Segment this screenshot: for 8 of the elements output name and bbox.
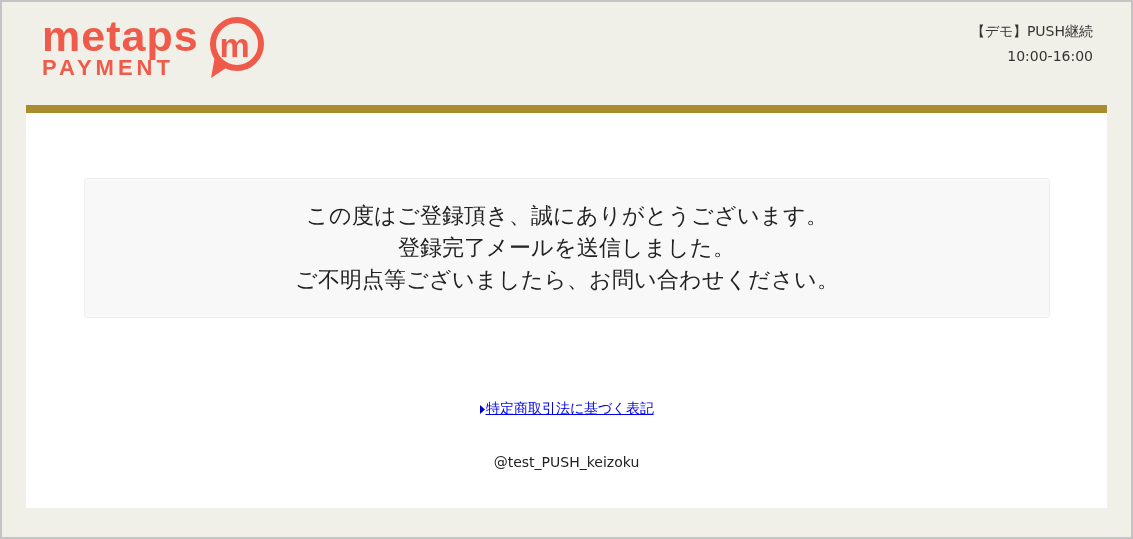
- message-line: この度はご登録頂き、誠にありがとうございます。: [305, 202, 828, 230]
- business-hours: 10:00-16:00: [1007, 48, 1093, 64]
- account-id: @test_PUSH_keizoku: [493, 454, 640, 470]
- message-line: ご不明点等ございましたら、お問い合わせください。: [294, 266, 839, 294]
- message-line: 登録完了メールを送信しました。: [398, 234, 735, 262]
- shop-title: 【デモ】PUSH継続: [970, 23, 1093, 41]
- legal-notice-link[interactable]: 特定商取引法に基づく表記: [485, 400, 654, 418]
- triangle-icon: [479, 404, 485, 414]
